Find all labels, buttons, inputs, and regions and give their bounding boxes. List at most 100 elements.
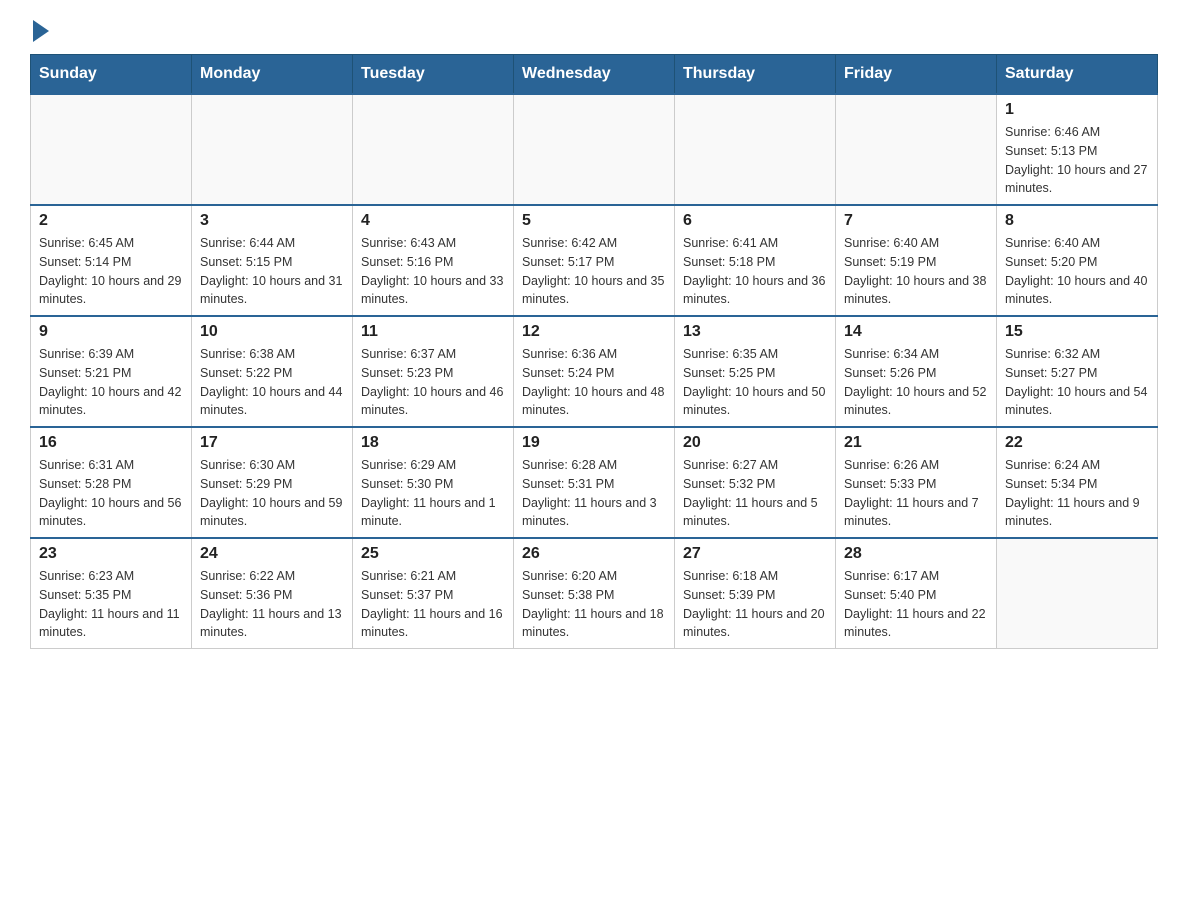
day-info: Sunrise: 6:18 AM Sunset: 5:39 PM Dayligh… bbox=[683, 567, 827, 642]
calendar-header-row: SundayMondayTuesdayWednesdayThursdayFrid… bbox=[31, 55, 1158, 95]
calendar-cell: 19 Sunrise: 6:28 AM Sunset: 5:31 PM Dayli… bbox=[514, 427, 675, 538]
day-info: Sunrise: 6:45 AM Sunset: 5:14 PM Dayligh… bbox=[39, 234, 183, 309]
calendar-cell bbox=[353, 94, 514, 205]
day-number: 11 bbox=[361, 323, 505, 341]
day-info: Sunrise: 6:34 AM Sunset: 5:26 PM Dayligh… bbox=[844, 345, 988, 420]
calendar-cell: 14Sunrise: 6:34 AM Sunset: 5:26 PM Dayli… bbox=[836, 316, 997, 427]
day-number: 27 bbox=[683, 545, 827, 563]
day-number: 1 bbox=[1005, 101, 1149, 119]
calendar-week-row: 1 Sunrise: 6:46 AM Sunset: 5:13 PM Daylig… bbox=[31, 94, 1158, 205]
day-info: Sunrise: 6:43 AM Sunset: 5:16 PM Dayligh… bbox=[361, 234, 505, 309]
calendar-cell: 13 Sunrise: 6:35 AM Sunset: 5:25 PM Dayli… bbox=[675, 316, 836, 427]
calendar-header-monday: Monday bbox=[192, 55, 353, 95]
day-info: Sunrise: 6:41 AM Sunset: 5:18 PM Dayligh… bbox=[683, 234, 827, 309]
calendar-cell bbox=[31, 94, 192, 205]
calendar-cell: 2 Sunrise: 6:45 AM Sunset: 5:14 PM Daylig… bbox=[31, 205, 192, 316]
calendar-cell bbox=[997, 538, 1158, 649]
calendar-table: SundayMondayTuesdayWednesdayThursdayFrid… bbox=[30, 54, 1158, 649]
calendar-cell: 6 Sunrise: 6:41 AM Sunset: 5:18 PM Daylig… bbox=[675, 205, 836, 316]
calendar-cell: 26 Sunrise: 6:20 AM Sunset: 5:38 PM Dayli… bbox=[514, 538, 675, 649]
day-number: 10 bbox=[200, 323, 344, 341]
calendar-cell: 20 Sunrise: 6:27 AM Sunset: 5:32 PM Dayli… bbox=[675, 427, 836, 538]
calendar-cell: 24 Sunrise: 6:22 AM Sunset: 5:36 PM Dayli… bbox=[192, 538, 353, 649]
page-header bbox=[30, 20, 1158, 44]
day-info: Sunrise: 6:31 AM Sunset: 5:28 PM Dayligh… bbox=[39, 456, 183, 531]
calendar-cell: 4 Sunrise: 6:43 AM Sunset: 5:16 PM Daylig… bbox=[353, 205, 514, 316]
day-number: 16 bbox=[39, 434, 183, 452]
calendar-header-saturday: Saturday bbox=[997, 55, 1158, 95]
day-info: Sunrise: 6:32 AM Sunset: 5:27 PM Dayligh… bbox=[1005, 345, 1149, 420]
day-info: Sunrise: 6:40 AM Sunset: 5:19 PM Dayligh… bbox=[844, 234, 988, 309]
calendar-cell: 1 Sunrise: 6:46 AM Sunset: 5:13 PM Daylig… bbox=[997, 94, 1158, 205]
calendar-header-sunday: Sunday bbox=[31, 55, 192, 95]
day-info: Sunrise: 6:20 AM Sunset: 5:38 PM Dayligh… bbox=[522, 567, 666, 642]
calendar-cell: 7 Sunrise: 6:40 AM Sunset: 5:19 PM Daylig… bbox=[836, 205, 997, 316]
day-number: 22 bbox=[1005, 434, 1149, 452]
day-number: 21 bbox=[844, 434, 988, 452]
day-number: 7 bbox=[844, 212, 988, 230]
day-number: 3 bbox=[200, 212, 344, 230]
day-info: Sunrise: 6:24 AM Sunset: 5:34 PM Dayligh… bbox=[1005, 456, 1149, 531]
calendar-cell bbox=[675, 94, 836, 205]
logo bbox=[30, 20, 49, 44]
calendar-week-row: 9Sunrise: 6:39 AM Sunset: 5:21 PM Daylig… bbox=[31, 316, 1158, 427]
day-number: 24 bbox=[200, 545, 344, 563]
day-info: Sunrise: 6:42 AM Sunset: 5:17 PM Dayligh… bbox=[522, 234, 666, 309]
day-number: 2 bbox=[39, 212, 183, 230]
calendar-cell: 17 Sunrise: 6:30 AM Sunset: 5:29 PM Dayli… bbox=[192, 427, 353, 538]
calendar-cell: 18Sunrise: 6:29 AM Sunset: 5:30 PM Dayli… bbox=[353, 427, 514, 538]
day-number: 17 bbox=[200, 434, 344, 452]
day-info: Sunrise: 6:28 AM Sunset: 5:31 PM Dayligh… bbox=[522, 456, 666, 531]
calendar-cell bbox=[514, 94, 675, 205]
day-number: 5 bbox=[522, 212, 666, 230]
calendar-cell: 21 Sunrise: 6:26 AM Sunset: 5:33 PM Dayli… bbox=[836, 427, 997, 538]
day-number: 15 bbox=[1005, 323, 1149, 341]
day-number: 26 bbox=[522, 545, 666, 563]
calendar-cell: 3 Sunrise: 6:44 AM Sunset: 5:15 PM Daylig… bbox=[192, 205, 353, 316]
day-info: Sunrise: 6:37 AM Sunset: 5:23 PM Dayligh… bbox=[361, 345, 505, 420]
day-info: Sunrise: 6:26 AM Sunset: 5:33 PM Dayligh… bbox=[844, 456, 988, 531]
calendar-week-row: 23 Sunrise: 6:23 AM Sunset: 5:35 PM Dayli… bbox=[31, 538, 1158, 649]
calendar-header-wednesday: Wednesday bbox=[514, 55, 675, 95]
calendar-cell bbox=[836, 94, 997, 205]
day-number: 4 bbox=[361, 212, 505, 230]
day-info: Sunrise: 6:22 AM Sunset: 5:36 PM Dayligh… bbox=[200, 567, 344, 642]
day-info: Sunrise: 6:36 AM Sunset: 5:24 PM Dayligh… bbox=[522, 345, 666, 420]
day-info: Sunrise: 6:27 AM Sunset: 5:32 PM Dayligh… bbox=[683, 456, 827, 531]
calendar-cell: 22 Sunrise: 6:24 AM Sunset: 5:34 PM Dayli… bbox=[997, 427, 1158, 538]
day-info: Sunrise: 6:21 AM Sunset: 5:37 PM Dayligh… bbox=[361, 567, 505, 642]
calendar-cell: 25 Sunrise: 6:21 AM Sunset: 5:37 PM Dayli… bbox=[353, 538, 514, 649]
day-info: Sunrise: 6:46 AM Sunset: 5:13 PM Dayligh… bbox=[1005, 123, 1149, 198]
calendar-cell: 15 Sunrise: 6:32 AM Sunset: 5:27 PM Dayli… bbox=[997, 316, 1158, 427]
day-info: Sunrise: 6:40 AM Sunset: 5:20 PM Dayligh… bbox=[1005, 234, 1149, 309]
day-info: Sunrise: 6:29 AM Sunset: 5:30 PM Dayligh… bbox=[361, 456, 505, 531]
calendar-cell: 12 Sunrise: 6:36 AM Sunset: 5:24 PM Dayli… bbox=[514, 316, 675, 427]
calendar-cell: 27 Sunrise: 6:18 AM Sunset: 5:39 PM Dayli… bbox=[675, 538, 836, 649]
calendar-header-friday: Friday bbox=[836, 55, 997, 95]
day-number: 28 bbox=[844, 545, 988, 563]
day-info: Sunrise: 6:35 AM Sunset: 5:25 PM Dayligh… bbox=[683, 345, 827, 420]
day-number: 13 bbox=[683, 323, 827, 341]
calendar-week-row: 2 Sunrise: 6:45 AM Sunset: 5:14 PM Daylig… bbox=[31, 205, 1158, 316]
calendar-cell bbox=[192, 94, 353, 205]
day-info: Sunrise: 6:44 AM Sunset: 5:15 PM Dayligh… bbox=[200, 234, 344, 309]
day-number: 12 bbox=[522, 323, 666, 341]
day-number: 19 bbox=[522, 434, 666, 452]
day-info: Sunrise: 6:30 AM Sunset: 5:29 PM Dayligh… bbox=[200, 456, 344, 531]
day-info: Sunrise: 6:23 AM Sunset: 5:35 PM Dayligh… bbox=[39, 567, 183, 642]
calendar-cell: 28 Sunrise: 6:17 AM Sunset: 5:40 PM Dayli… bbox=[836, 538, 997, 649]
calendar-cell: 5 Sunrise: 6:42 AM Sunset: 5:17 PM Daylig… bbox=[514, 205, 675, 316]
calendar-cell: 11 Sunrise: 6:37 AM Sunset: 5:23 PM Dayli… bbox=[353, 316, 514, 427]
calendar-cell: 9Sunrise: 6:39 AM Sunset: 5:21 PM Daylig… bbox=[31, 316, 192, 427]
day-number: 6 bbox=[683, 212, 827, 230]
day-info: Sunrise: 6:39 AM Sunset: 5:21 PM Dayligh… bbox=[39, 345, 183, 420]
day-info: Sunrise: 6:17 AM Sunset: 5:40 PM Dayligh… bbox=[844, 567, 988, 642]
calendar-header-tuesday: Tuesday bbox=[353, 55, 514, 95]
calendar-cell: 23 Sunrise: 6:23 AM Sunset: 5:35 PM Dayli… bbox=[31, 538, 192, 649]
calendar-cell: 16 Sunrise: 6:31 AM Sunset: 5:28 PM Dayli… bbox=[31, 427, 192, 538]
day-number: 25 bbox=[361, 545, 505, 563]
day-number: 23 bbox=[39, 545, 183, 563]
day-number: 20 bbox=[683, 434, 827, 452]
calendar-week-row: 16 Sunrise: 6:31 AM Sunset: 5:28 PM Dayli… bbox=[31, 427, 1158, 538]
logo-triangle-icon bbox=[33, 20, 49, 42]
